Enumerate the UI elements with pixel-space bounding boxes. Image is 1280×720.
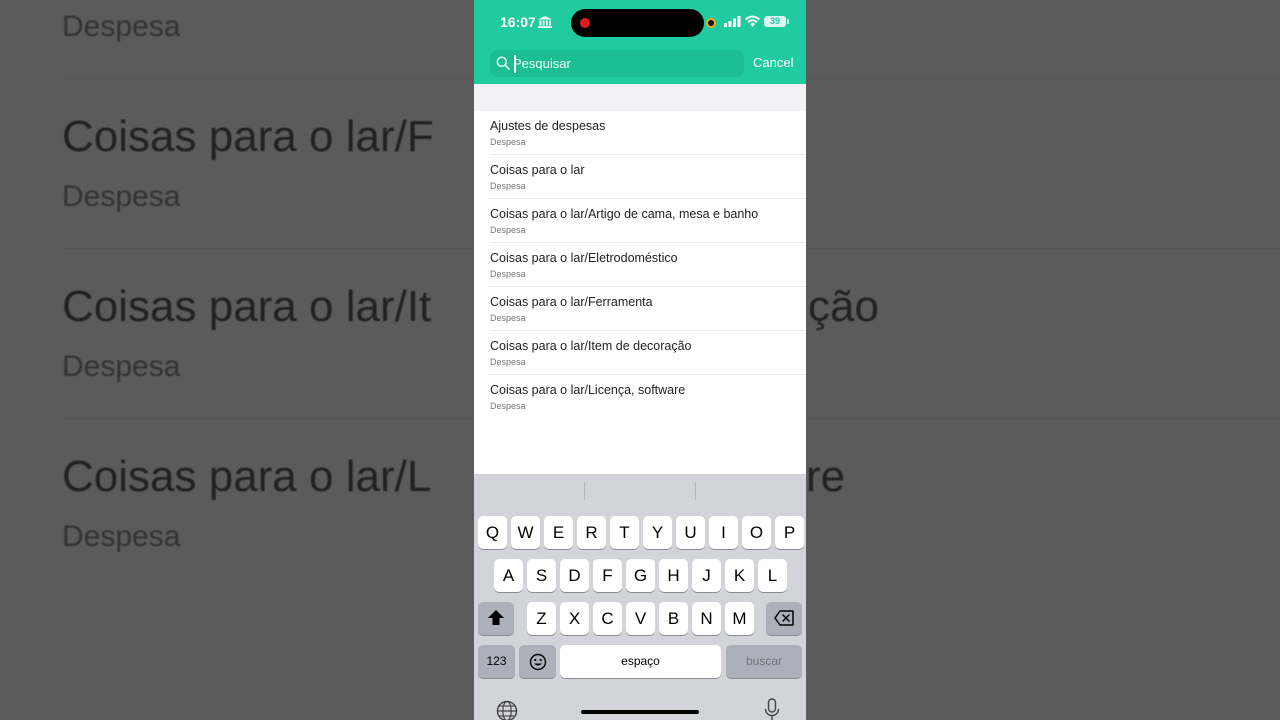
list-item[interactable]: Coisas para o lar/Artigo de cama, mesa e… [474, 199, 806, 243]
microphone-icon[interactable] [764, 698, 780, 720]
list-item-subtitle: Despesa [490, 181, 526, 191]
key-q[interactable]: Q [478, 516, 507, 549]
key-o[interactable]: O [742, 516, 771, 549]
dynamic-island [571, 9, 704, 37]
search-bar: Cancel [474, 44, 806, 84]
list-item-subtitle: Despesa [490, 225, 526, 235]
list-item-title: Coisas para o lar [490, 163, 585, 177]
key-x[interactable]: X [560, 602, 589, 635]
bg-row-3-sub: Despesa [62, 520, 181, 553]
key-e[interactable]: E [544, 516, 573, 549]
list-item-subtitle: Despesa [490, 269, 526, 279]
key-y[interactable]: Y [643, 516, 672, 549]
text-cursor [514, 55, 516, 73]
key-c[interactable]: C [593, 602, 622, 635]
emoji-icon [529, 653, 546, 671]
phone-screen: 16:07 39 Pesquisar Cancel Ajustes de des… [474, 0, 806, 720]
recording-indicator-icon [580, 18, 590, 28]
list-item-title: Ajustes de despesas [490, 119, 606, 133]
list-item[interactable]: Coisas para o lar/Ferramenta Despesa [474, 287, 806, 331]
key-r[interactable]: R [577, 516, 606, 549]
battery-tip [787, 19, 789, 24]
list-item-title: Coisas para o lar/Item de decoração [490, 339, 692, 353]
list-item-subtitle: Despesa [490, 357, 526, 367]
search-field[interactable] [490, 50, 744, 77]
list-item[interactable]: Ajustes de despesas Despesa [474, 111, 806, 155]
bg-row-2-sub: Despesa [62, 350, 181, 383]
globe-icon[interactable] [496, 700, 518, 720]
bg-row-1-title: Coisas para o lar/F [62, 112, 434, 161]
key-z[interactable]: Z [527, 602, 556, 635]
list-item[interactable]: Coisas para o lar Despesa [474, 155, 806, 199]
list-item[interactable]: Coisas para o lar/Item de decoração Desp… [474, 331, 806, 375]
list-item-title: Coisas para o lar/Artigo de cama, mesa e… [490, 207, 759, 221]
wifi-icon [745, 15, 760, 27]
bg-row-3-title: Coisas para o lar/L [62, 452, 432, 501]
key-m[interactable]: M [725, 602, 754, 635]
list-item-title: Coisas para o lar/Ferramenta [490, 295, 653, 309]
search-icon [496, 56, 510, 70]
bg-row-1-sub: Despesa [62, 180, 181, 213]
key-u[interactable]: U [676, 516, 705, 549]
results-list: Ajustes de despesas Despesa Coisas para … [474, 111, 806, 419]
bg-row-2-title: Coisas para o lar/It [62, 282, 432, 331]
suggestion-separator [584, 482, 585, 500]
delete-key[interactable] [766, 602, 802, 635]
key-b[interactable]: B [659, 602, 688, 635]
key-j[interactable]: J [692, 559, 721, 592]
key-v[interactable]: V [626, 602, 655, 635]
key-s[interactable]: S [527, 559, 556, 592]
key-w[interactable]: W [511, 516, 540, 549]
emoji-key[interactable] [519, 645, 556, 678]
key-k[interactable]: K [725, 559, 754, 592]
key-f[interactable]: F [593, 559, 622, 592]
search-input[interactable] [513, 52, 738, 75]
keyboard: QWERTYUIOP ASDFGHJKL ZXCVBNM 123 espaço … [474, 474, 806, 720]
battery-level: 39 [764, 16, 786, 27]
list-item-title: Coisas para o lar/Eletrodoméstico [490, 251, 678, 265]
bank-icon [538, 16, 552, 28]
cellular-signal-icon [724, 16, 741, 27]
status-bar: 16:07 39 [474, 0, 806, 44]
cancel-button[interactable]: Cancel [753, 55, 793, 70]
key-i[interactable]: I [709, 516, 738, 549]
list-item[interactable]: Coisas para o lar/Licença, software Desp… [474, 375, 806, 419]
bg-row-0-sub: Despesa [62, 10, 181, 43]
key-p[interactable]: P [775, 516, 804, 549]
bg-row-2-title-tail: ção [808, 282, 879, 331]
status-time: 16:07 [500, 14, 536, 30]
suggestion-separator [695, 482, 696, 500]
space-key[interactable]: espaço [560, 645, 721, 678]
key-l[interactable]: L [758, 559, 787, 592]
key-h[interactable]: H [659, 559, 688, 592]
camera-in-use-icon [706, 18, 716, 28]
list-item[interactable]: Coisas para o lar/Eletrodoméstico Despes… [474, 243, 806, 287]
shift-icon [488, 610, 504, 625]
key-a[interactable]: A [494, 559, 523, 592]
key-g[interactable]: G [626, 559, 655, 592]
home-indicator [581, 710, 699, 714]
bg-row-3-title-tail: re [806, 452, 846, 501]
search-key[interactable]: buscar [726, 645, 802, 678]
section-spacer [474, 84, 806, 111]
key-d[interactable]: D [560, 559, 589, 592]
list-item-subtitle: Despesa [490, 137, 526, 147]
list-item-subtitle: Despesa [490, 401, 526, 411]
numbers-key[interactable]: 123 [478, 645, 515, 678]
list-item-subtitle: Despesa [490, 313, 526, 323]
delete-icon [774, 610, 794, 626]
key-t[interactable]: T [610, 516, 639, 549]
list-item-title: Coisas para o lar/Licença, software [490, 383, 686, 397]
shift-key[interactable] [478, 602, 514, 635]
key-n[interactable]: N [692, 602, 721, 635]
